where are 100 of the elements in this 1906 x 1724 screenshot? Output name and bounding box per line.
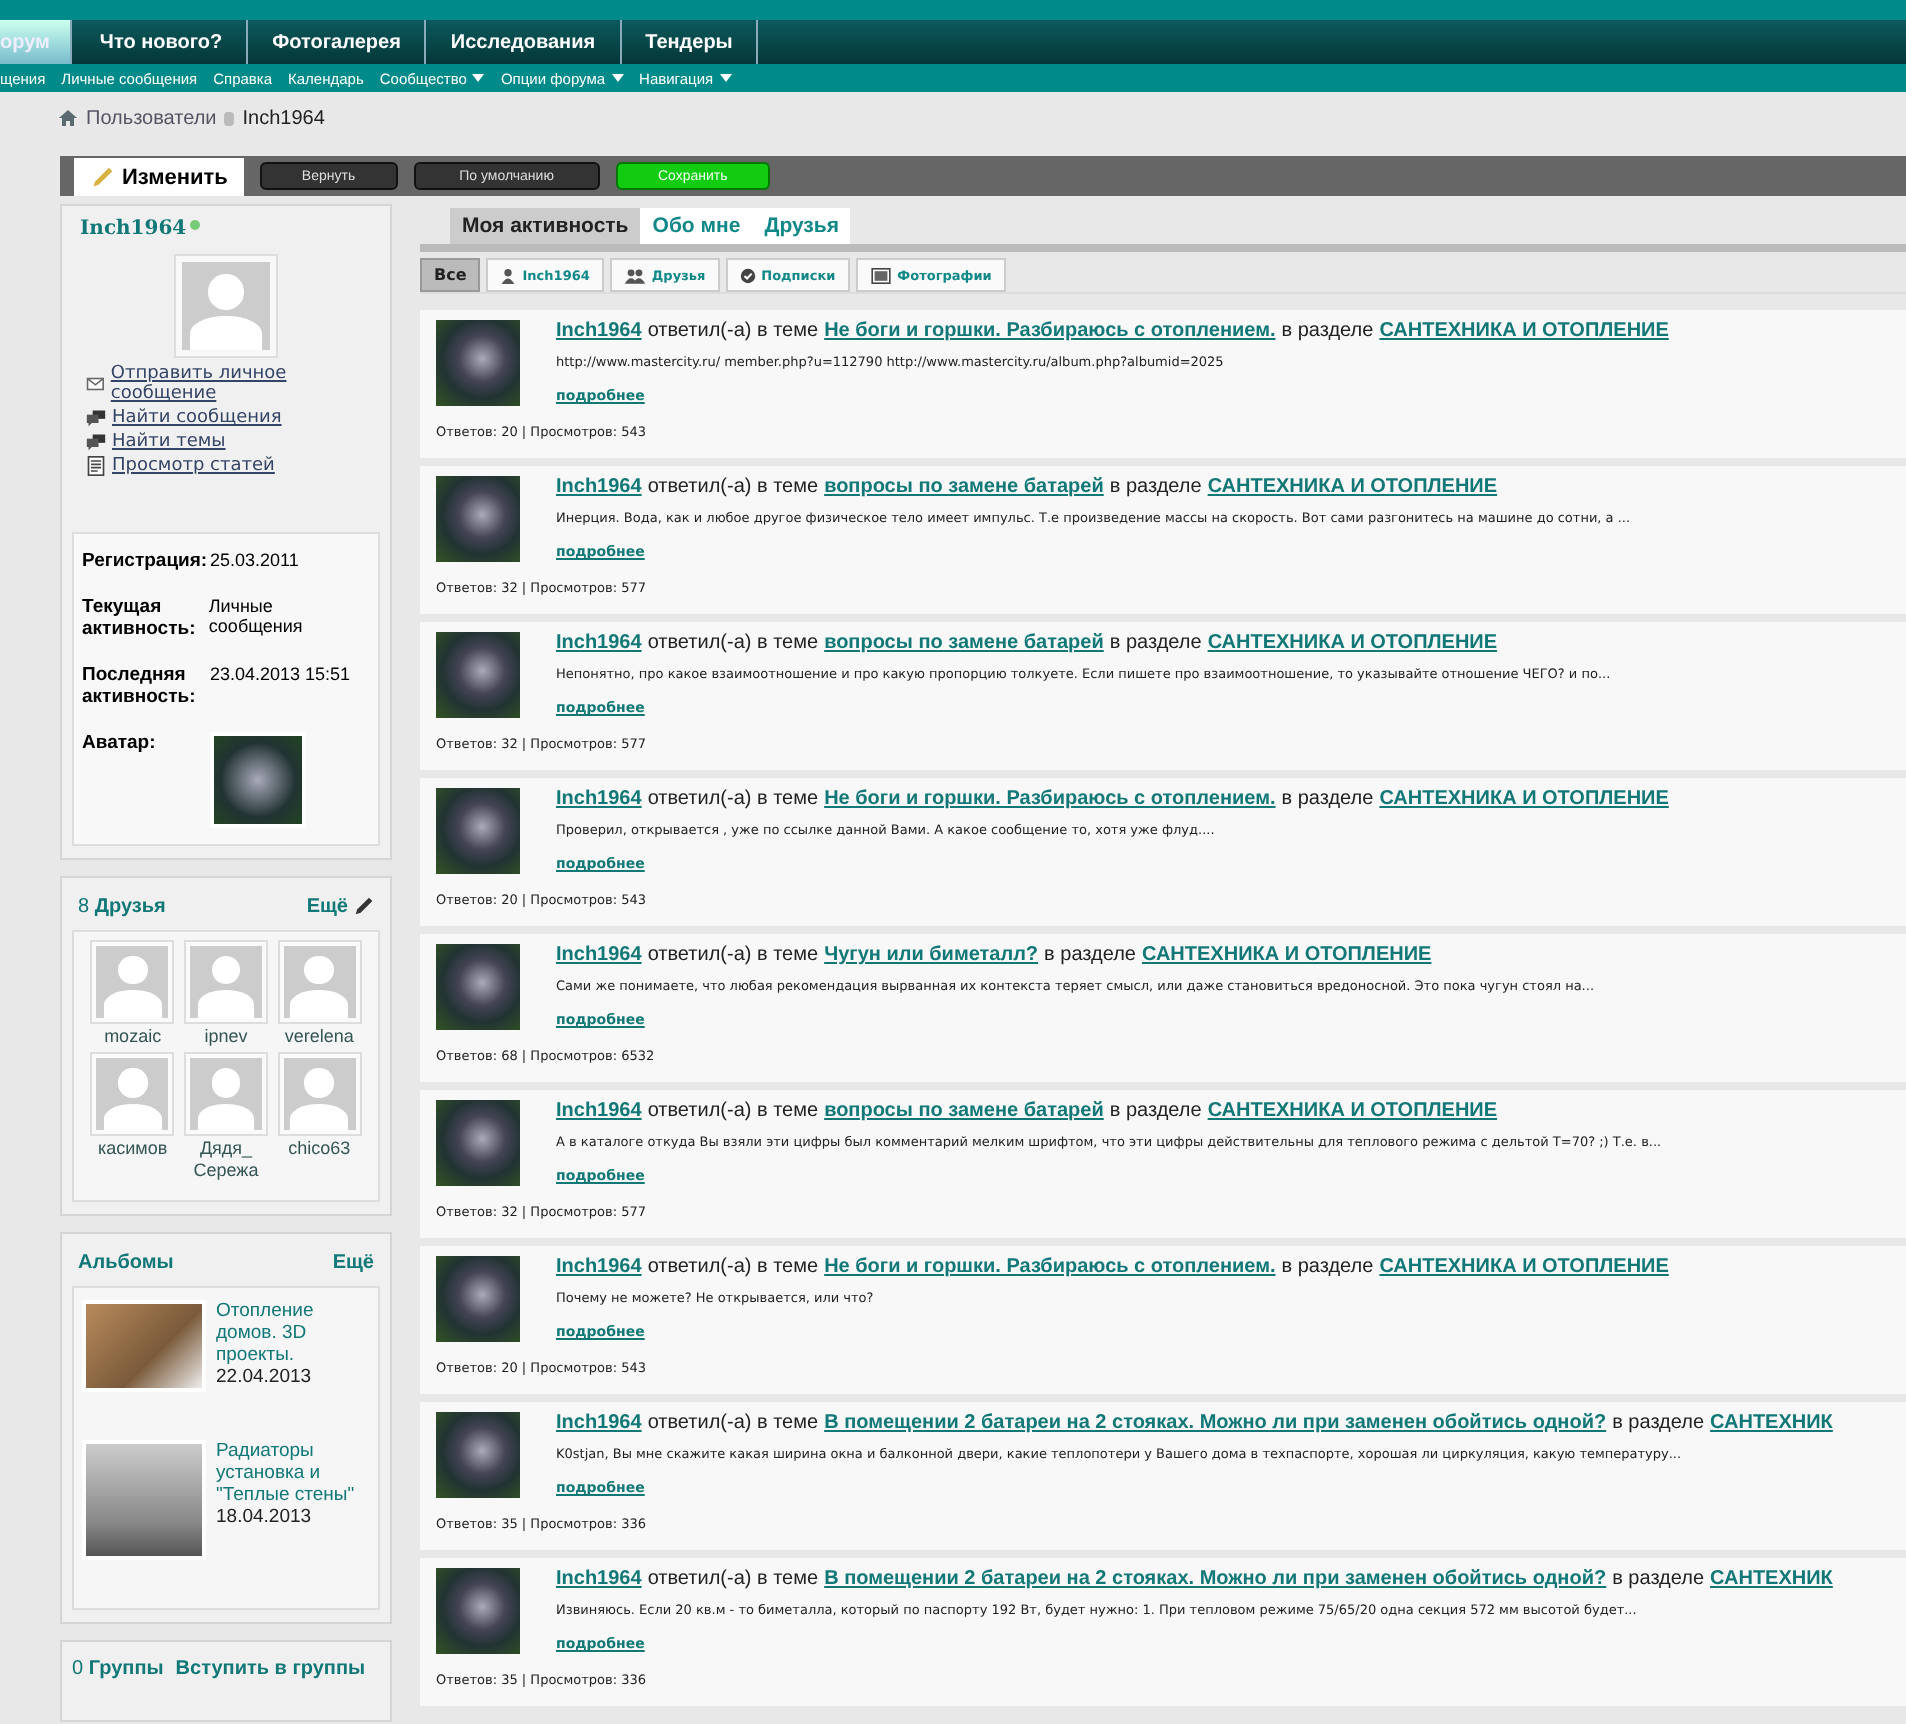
join-groups-link[interactable]: Вступить в группы — [175, 1658, 366, 1681]
album-title[interactable]: Отопление домов. 3D проекты. — [216, 1300, 370, 1367]
user-link[interactable]: Inch1964 — [556, 1412, 642, 1434]
section-prefix: в разделе — [1281, 788, 1374, 810]
info-label: Регистрация: — [82, 550, 210, 572]
topic-link[interactable]: В помещении 2 батареи на 2 стояках. Можно ли при заменен обойтись одной? — [824, 1568, 1607, 1590]
avatar-photo-placeholder — [436, 1568, 520, 1654]
topic-link[interactable]: Чугун или биметалл? — [824, 944, 1039, 966]
section-link[interactable]: САНТЕХНИКА И ОТОПЛЕНИЕ — [1141, 944, 1432, 966]
envelope-icon — [86, 374, 105, 394]
avatar-photo-placeholder — [436, 788, 520, 874]
section-prefix: в разделе — [1612, 1412, 1705, 1434]
action-text: ответил(-а) в теме — [647, 1100, 819, 1122]
profile-action-link[interactable]: Найти темы — [86, 432, 380, 452]
album-date: 22.04.2013 — [216, 1366, 314, 1389]
document-icon — [86, 456, 106, 476]
user-link[interactable]: Inch1964 — [556, 1100, 642, 1122]
info-value: Личные сообщения — [208, 596, 305, 640]
section-link[interactable]: САНТЕХНИК — [1710, 1412, 1833, 1434]
action-text: ответил(-а) в теме — [647, 632, 819, 654]
profile-tab[interactable]: Моя активность — [450, 208, 641, 244]
user-link[interactable]: Inch1964 — [556, 788, 642, 810]
topic-link[interactable]: вопросы по замене батарей — [824, 632, 1104, 654]
album-title[interactable]: Радиаторы установка и "Теплые стены" — [216, 1440, 370, 1507]
breadcrumb-separator-icon — [224, 111, 235, 125]
topic-link[interactable]: Не боги и горшки. Разбираюсь с отоплением. — [824, 1256, 1276, 1278]
topic-link[interactable]: В помещении 2 батареи на 2 стояках. Можно ли при заменен обойтись одной? — [824, 1412, 1607, 1434]
picture-icon — [869, 267, 892, 283]
topic-link[interactable]: вопросы по замене батарей — [824, 476, 1104, 498]
section-link[interactable]: САНТЕХНИК — [1710, 1568, 1833, 1590]
caret-icon — [472, 74, 485, 82]
section-prefix: в разделе — [1109, 632, 1202, 654]
groups-title: 0 Группы — [72, 1658, 164, 1681]
info-label: Аватар: — [82, 732, 158, 758]
section-link[interactable]: САНТЕХНИКА И ОТОПЛЕНИЕ — [1379, 320, 1669, 342]
album-date: 18.04.2013 — [216, 1506, 314, 1529]
section-prefix: в разделе — [1044, 944, 1136, 966]
more-link[interactable]: Ещё — [306, 896, 374, 918]
user-link[interactable]: Inch1964 — [556, 632, 642, 654]
user-link[interactable]: Inch1964 — [556, 1568, 642, 1590]
topic-link[interactable]: Не боги и горшки. Разбираюсь с отоплением. — [824, 788, 1276, 810]
person-icon — [500, 267, 517, 283]
action-text: ответил(-а) в теме — [647, 1412, 819, 1434]
avatar-silhouette — [176, 256, 276, 356]
avatar-photo-placeholder — [436, 944, 520, 1030]
user-link[interactable]: Inch1964 — [556, 476, 642, 498]
action-text: ответил(-а) в теме — [647, 320, 819, 342]
photo-placeholder[interactable] — [82, 1300, 206, 1393]
section-prefix: в разделе — [1109, 476, 1202, 498]
section-link[interactable]: САНТЕХНИКА И ОТОПЛЕНИЕ — [1207, 476, 1498, 498]
user-link[interactable]: Inch1964 — [556, 944, 642, 966]
username: Inch1964 — [80, 218, 187, 240]
action-text: ответил(-а) в теме — [647, 788, 819, 810]
people-icon — [623, 267, 646, 283]
section-prefix: в разделе — [1281, 320, 1374, 342]
avatar-photo-placeholder — [210, 732, 306, 828]
profile-tab[interactable]: Обо мне — [640, 208, 753, 244]
section-link[interactable]: САНТЕХНИКА И ОТОПЛЕНИЕ — [1379, 1256, 1669, 1278]
avatar-photo-placeholder — [436, 1256, 520, 1342]
chat-bubbles-icon — [86, 432, 106, 452]
profile-action-link[interactable]: Отправить личное сообщение — [86, 364, 380, 404]
section-link[interactable]: САНТЕХНИКА И ОТОПЛЕНИЕ — [1379, 788, 1669, 810]
profile-action-link[interactable]: Просмотр статей — [86, 456, 380, 476]
info-value: 25.03.2011 — [210, 550, 299, 572]
avatar-photo-placeholder — [436, 632, 520, 718]
chat-bubbles-icon — [86, 408, 106, 428]
home-icon[interactable] — [58, 108, 78, 128]
action-text: ответил(-а) в теме — [647, 944, 819, 966]
breadcrumb-link[interactable]: Пользователи — [86, 107, 217, 129]
edit-tab[interactable]: Изменить — [74, 158, 244, 196]
section-prefix: в разделе — [1612, 1568, 1705, 1590]
user-link[interactable]: Inch1964 — [556, 1256, 642, 1278]
albums-title: Альбомы — [78, 1252, 174, 1275]
pencil-icon — [90, 165, 114, 189]
info-label: Текущая активность: — [82, 596, 198, 640]
info-label: Последняя активность: — [82, 664, 198, 708]
section-prefix: в разделе — [1281, 1256, 1374, 1278]
action-text: ответил(-а) в теме — [647, 1256, 819, 1278]
avatar-photo-placeholder — [436, 320, 520, 406]
topic-link[interactable]: Не боги и горшки. Разбираюсь с отоплением. — [824, 320, 1276, 342]
profile-action-link[interactable]: Найти сообщения — [86, 408, 380, 428]
info-value: 23.04.2013 15:51 — [210, 664, 351, 688]
section-link[interactable]: САНТЕХНИКА И ОТОПЛЕНИЕ — [1207, 1100, 1498, 1122]
caret-icon — [719, 74, 732, 82]
section-prefix: в разделе — [1109, 1100, 1202, 1122]
profile-tab[interactable]: Друзья — [752, 208, 851, 244]
friends-title[interactable]: 8 Друзья — [78, 896, 166, 918]
pencil-icon — [354, 896, 374, 916]
topic-link[interactable]: вопросы по замене батарей — [824, 1100, 1104, 1122]
action-text: ответил(-а) в теме — [647, 1568, 819, 1590]
caret-icon — [611, 74, 624, 82]
more-link[interactable]: Ещё — [332, 1252, 374, 1275]
filter-tab[interactable]: Все — [420, 258, 481, 292]
action-text: ответил(-а) в теме — [647, 476, 819, 498]
avatar-photo-placeholder — [436, 1412, 520, 1498]
user-link[interactable]: Inch1964 — [556, 320, 642, 342]
section-link[interactable]: САНТЕХНИКА И ОТОПЛЕНИЕ — [1207, 632, 1498, 654]
photo-placeholder[interactable] — [82, 1440, 206, 1561]
breadcrumb-link[interactable]: Inch1964 — [242, 107, 325, 129]
checkmark-circle-icon — [739, 267, 756, 283]
